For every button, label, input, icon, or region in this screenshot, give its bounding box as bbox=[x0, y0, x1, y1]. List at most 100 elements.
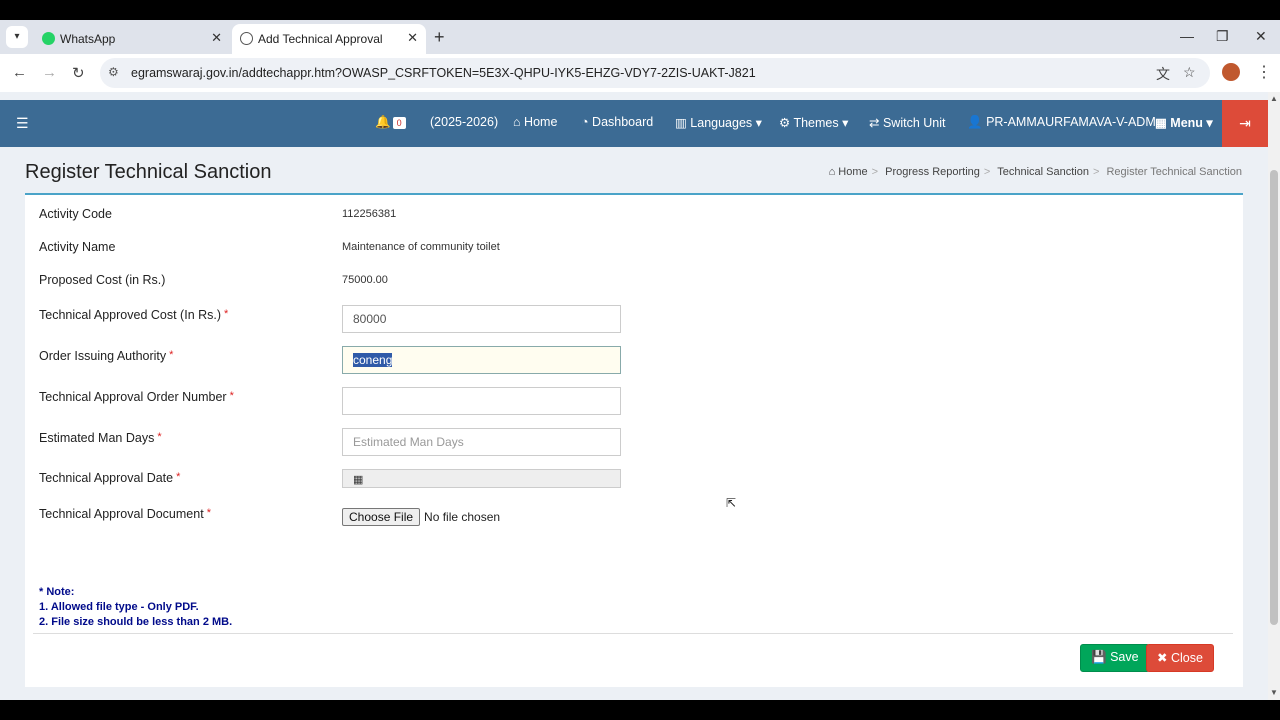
tech-cost-label: Technical Approved Cost (In Rs.) * bbox=[39, 308, 228, 322]
note-line-1: 1. Allowed file type - Only PDF. bbox=[39, 601, 199, 613]
document-file-input: Choose File No file chosen bbox=[342, 508, 500, 526]
dashboard-icon: ◔ bbox=[581, 115, 589, 129]
translate-icon[interactable]: 文 bbox=[1156, 64, 1170, 84]
form-box: Activity Code 112256381 Activity Name Ma… bbox=[25, 193, 1243, 687]
financial-year: (2025-2026) bbox=[430, 115, 499, 129]
tech-cost-input[interactable]: 80000 bbox=[342, 305, 621, 333]
notification-count: 0 bbox=[392, 117, 406, 129]
book-icon: ▥ bbox=[675, 116, 687, 130]
nav-home-label: Home bbox=[524, 115, 558, 129]
nav-themes-label: Themes bbox=[793, 116, 839, 130]
hamburger-icon[interactable]: ☰ bbox=[16, 115, 29, 132]
upload-note: * Note: 1. Allowed file type - Only PDF.… bbox=[39, 585, 232, 630]
screen-bottom-bar bbox=[0, 700, 1280, 720]
reload-icon[interactable]: ↻ bbox=[72, 64, 85, 82]
required-mark: * bbox=[169, 349, 174, 361]
activity-code-label: Activity Code bbox=[39, 207, 112, 221]
required-mark: * bbox=[229, 390, 234, 402]
required-mark: * bbox=[176, 471, 181, 483]
date-label-text: Technical Approval Date bbox=[39, 471, 174, 485]
forward-icon[interactable]: → bbox=[42, 64, 57, 81]
authority-label: Order Issuing Authority * bbox=[39, 349, 173, 363]
date-input[interactable]: ▦ bbox=[342, 469, 621, 488]
nav-home[interactable]: ⌂ Home bbox=[513, 115, 557, 129]
top-navbar: ☰ 🔔 0 (2025-2026) ⌂ Home ◔ Dashboard ▥ La… bbox=[0, 100, 1268, 147]
required-mark: * bbox=[157, 431, 162, 443]
tab-search-button[interactable]: ▾ bbox=[6, 26, 28, 48]
nav-menu-label: Menu bbox=[1170, 116, 1203, 130]
logout-button[interactable]: ⇥ bbox=[1222, 100, 1268, 147]
mouse-cursor-icon: ⇱ bbox=[726, 496, 737, 510]
site-info-icon[interactable]: ⚙ bbox=[108, 65, 119, 79]
nav-dashboard-label: Dashboard bbox=[592, 115, 654, 129]
browser-toolbar: ← → ↻ ⚙ egramswaraj.gov.in/addtechappr.h… bbox=[0, 54, 1280, 92]
nav-menu[interactable]: ▦ Menu ▾ bbox=[1155, 115, 1213, 130]
man-days-input[interactable]: Estimated Man Days bbox=[342, 428, 621, 456]
page-content: ☰ 🔔 0 (2025-2026) ⌂ Home ◔ Dashboard ▥ La… bbox=[0, 92, 1268, 700]
breadcrumb: ⌂ Home > Progress Reporting > Technical Sa… bbox=[829, 166, 1242, 178]
globe-icon bbox=[240, 32, 253, 45]
activity-name-label: Activity Name bbox=[39, 240, 116, 254]
gears-icon: ⚙ bbox=[779, 116, 791, 130]
close-button[interactable]: ✖ Close bbox=[1146, 644, 1214, 672]
breadcrumb-separator: > bbox=[983, 166, 991, 178]
screen-top-bar bbox=[0, 0, 1280, 20]
url-text[interactable]: egramswaraj.gov.in/addtechappr.htm?OWASP… bbox=[131, 66, 756, 80]
choose-file-button[interactable]: Choose File bbox=[342, 508, 421, 526]
required-mark: * bbox=[224, 308, 229, 320]
activity-name-value: Maintenance of community toilet bbox=[342, 241, 500, 253]
authority-input[interactable]: coneng bbox=[342, 346, 621, 374]
nav-switch-unit[interactable]: ⇄ Switch Unit bbox=[869, 115, 946, 130]
whatsapp-icon bbox=[42, 32, 55, 45]
breadcrumb-home[interactable]: Home bbox=[838, 166, 867, 178]
no-file-text: No file chosen bbox=[424, 510, 501, 524]
footer-divider bbox=[33, 633, 1233, 634]
scroll-down-icon[interactable]: ▼ bbox=[1270, 688, 1278, 697]
home-icon: ⌂ bbox=[828, 166, 836, 178]
document-label-text: Technical Approval Document bbox=[39, 507, 204, 521]
calendar-icon[interactable]: ▦ bbox=[353, 474, 363, 486]
authority-label-text: Order Issuing Authority bbox=[39, 349, 167, 363]
page-scrollbar[interactable]: ▲ ▼ bbox=[1268, 92, 1280, 700]
nav-themes[interactable]: ⚙ Themes ▾ bbox=[779, 115, 848, 130]
breadcrumb-progress-reporting[interactable]: Progress Reporting bbox=[885, 166, 980, 178]
nav-languages-label: Languages bbox=[690, 116, 753, 130]
caret-down-icon: ▾ bbox=[755, 116, 762, 130]
new-tab-button[interactable]: + bbox=[434, 27, 445, 48]
restore-icon[interactable]: ❐ bbox=[1216, 28, 1229, 45]
tech-cost-label-text: Technical Approved Cost (In Rs.) bbox=[39, 308, 222, 322]
nav-dashboard[interactable]: ◔ Dashboard bbox=[581, 115, 653, 129]
exchange-icon: ⇄ bbox=[869, 116, 880, 130]
window-close-icon[interactable]: ✕ bbox=[1255, 28, 1267, 45]
scrollbar-thumb[interactable] bbox=[1270, 170, 1278, 625]
scroll-up-icon[interactable]: ▲ bbox=[1270, 94, 1278, 103]
nav-languages[interactable]: ▥ Languages ▾ bbox=[675, 115, 762, 130]
notification-button[interactable]: 🔔 0 bbox=[375, 115, 406, 130]
grid-icon: ▦ bbox=[1155, 116, 1167, 130]
tab-close-icon[interactable]: ✕ bbox=[407, 30, 418, 46]
nav-user[interactable]: 👤 PR-AMMAURFAMAVA-V-ADM bbox=[967, 115, 1156, 130]
tab-whatsapp[interactable]: WhatsApp ✕ bbox=[34, 24, 230, 54]
nav-switch-unit-label: Switch Unit bbox=[882, 116, 946, 130]
proposed-cost-value: 75000.00 bbox=[342, 274, 388, 286]
breadcrumb-technical-sanction[interactable]: Technical Sanction bbox=[997, 166, 1089, 178]
close-icon: ✖ bbox=[1157, 651, 1168, 665]
profile-avatar[interactable] bbox=[1222, 63, 1240, 81]
address-bar[interactable]: ⚙ egramswaraj.gov.in/addtechappr.htm?OWA… bbox=[100, 58, 1210, 88]
browser-tabstrip: ▾ WhatsApp ✕ Add Technical Approval ✕ bbox=[0, 20, 1280, 54]
breadcrumb-separator: > bbox=[1092, 166, 1100, 178]
minimize-icon[interactable]: — bbox=[1180, 28, 1194, 44]
order-number-input[interactable] bbox=[342, 387, 621, 415]
back-icon[interactable]: ← bbox=[12, 64, 27, 81]
save-button[interactable]: 💾 Save bbox=[1080, 644, 1150, 672]
date-label: Technical Approval Date * bbox=[39, 471, 180, 485]
note-title: * Note: bbox=[39, 586, 75, 598]
browser-menu-icon[interactable]: ⋮ bbox=[1256, 62, 1272, 82]
man-days-label: Estimated Man Days * bbox=[39, 431, 162, 445]
bell-icon: 🔔 bbox=[375, 115, 391, 129]
tab-close-icon[interactable]: ✕ bbox=[211, 30, 222, 46]
bookmark-star-icon[interactable]: ☆ bbox=[1183, 64, 1196, 81]
tab-add-technical-approval[interactable]: Add Technical Approval ✕ bbox=[232, 24, 426, 54]
caret-down-icon: ▾ bbox=[1206, 116, 1213, 130]
document-label: Technical Approval Document * bbox=[39, 507, 211, 521]
